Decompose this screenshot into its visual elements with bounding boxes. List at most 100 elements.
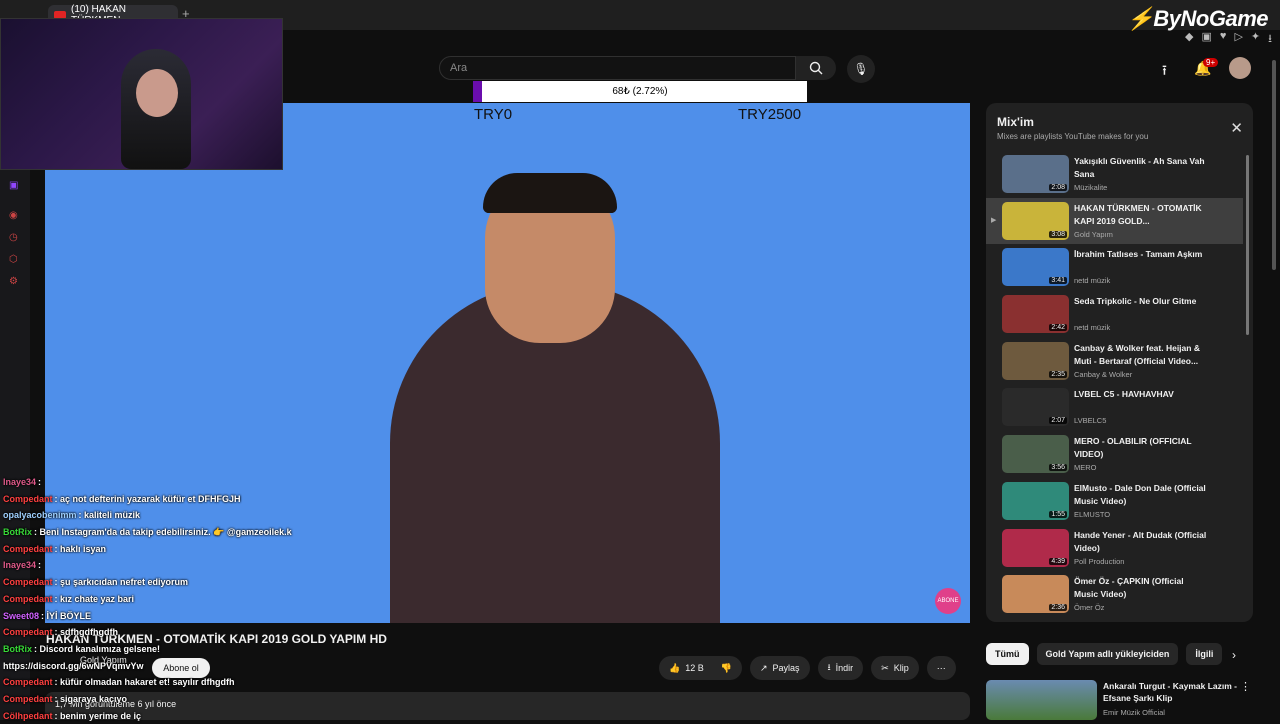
video-actions: 👍 12 B 👎 ↗ Paylaş ⭳ İndir ✂ Klip ⋯ xyxy=(659,656,956,680)
extension-icon[interactable]: ♥ xyxy=(1220,30,1227,49)
upload-icon[interactable]: ⭱ xyxy=(1162,60,1167,84)
extension-icon[interactable]: ▷ xyxy=(1234,30,1242,49)
chat-text: : Discord kanalımıza gelsene! xyxy=(34,644,160,654)
playlist-item-title: Yakışıklı Güvenlik - Ah Sana Vah Sana xyxy=(1074,155,1209,181)
extension-icon[interactable]: ✦ xyxy=(1251,30,1260,49)
playlist-item[interactable]: 3:56MERO - OLABILIR (OFFICIAL VIDEO)MERO xyxy=(986,431,1243,478)
avatar[interactable] xyxy=(1229,57,1251,79)
chat-text: : xyxy=(38,560,41,570)
abone-ol-watermark[interactable]: ABONE OL xyxy=(935,588,961,614)
chat-username: Compedant xyxy=(3,694,53,704)
chat-message: Compedant: haklı isyan xyxy=(3,541,343,558)
clock-icon[interactable]: ◷ xyxy=(9,232,18,243)
now-playing-icon: ▶ xyxy=(991,216,996,224)
playlist-item-title: LVBEL C5 - HAVHAVHAV xyxy=(1074,388,1209,401)
chat-message: Cölhpedant: benim yerime de iç xyxy=(3,708,343,724)
playlist-item[interactable]: 2:08 Yakışıklı Güvenlik - Ah Sana Vah San… xyxy=(986,151,1243,198)
chat-message: Compedant: kız chate yaz bari xyxy=(3,591,343,608)
duration-badge: 2:42 xyxy=(1049,324,1067,331)
chat-message: BotRix: Discord kanalımıza gelsene! xyxy=(3,641,343,658)
video-thumbnail[interactable]: 2:35 xyxy=(1002,342,1069,380)
playlist-item[interactable]: 3:41İbrahim Tatlıses - Tamam Aşkımnetd m… xyxy=(986,244,1243,291)
playlist-scrollbar[interactable] xyxy=(1246,155,1249,335)
recommended-video[interactable]: Ankaralı Turgut - Kaymak Lazım - Efsane … xyxy=(986,680,1253,720)
playlist-item[interactable]: 1:55ElMusto - Dale Don Dale (Official Mu… xyxy=(986,478,1243,525)
playlist-item[interactable]: 2:07 LVBEL C5 - HAVHAVHAV LVBELC5 xyxy=(986,384,1243,431)
playlist-items: 2:08 Yakışıklı Güvenlik - Ah Sana Vah San… xyxy=(986,151,1243,622)
download-icon[interactable]: ⭳ xyxy=(1268,30,1272,49)
clip-label: Klip xyxy=(894,663,909,673)
chat-text: : İYİ BÖYLE xyxy=(41,611,91,621)
duration-badge: 2:35 xyxy=(1049,371,1067,378)
chat-text: : kız chate yaz bari xyxy=(55,594,135,604)
more-actions-button[interactable]: ⋯ xyxy=(927,656,956,680)
video-thumbnail[interactable]: 2:36 xyxy=(1002,575,1069,613)
video-thumbnail[interactable]: 4:39 xyxy=(1002,529,1069,567)
video-thumbnail[interactable] xyxy=(986,680,1097,720)
chat-text: : sigaraya kaçıyo xyxy=(55,694,128,704)
search-input[interactable]: Ara xyxy=(439,56,796,80)
video-thumbnail[interactable]: 3:56 xyxy=(1002,435,1069,473)
playlist-item[interactable]: ▶ 3:08HAKAN TÜRKMEN - OTOMATİK KAPI 2019 … xyxy=(986,198,1243,245)
playlist-item-channel: Gold Yapım xyxy=(1074,230,1113,239)
chat-text: : şu şarkıcıdan nefret ediyorum xyxy=(55,577,189,587)
microphone-icon: 🎙 xyxy=(853,62,868,76)
chat-username: Compedant xyxy=(3,577,53,587)
playlist-item-channel: LVBELC5 xyxy=(1074,416,1106,425)
playlist-item[interactable]: 2:42Seda Tripkolic - Ne Olur Gitmenetd m… xyxy=(986,291,1243,338)
chat-username: Inaye34 xyxy=(3,560,36,570)
playlist-item[interactable]: Ozan Doğulu feat. Atiye - xyxy=(986,618,1243,622)
chevron-right-icon[interactable]: › xyxy=(1232,648,1236,662)
like-button[interactable]: 👍 12 B 👎 xyxy=(659,656,742,680)
brand-logo: ⚡ByNoGame xyxy=(1127,6,1269,32)
sidebar-icon[interactable]: ⬡ xyxy=(9,254,18,265)
playlist-item-channel: Poll Production xyxy=(1074,557,1124,566)
sidebar-icon[interactable]: ◉ xyxy=(9,210,18,221)
extension-icon[interactable]: ◆ xyxy=(1185,30,1193,49)
chat-text: : aç not defterini yazarak küfür et DFHF… xyxy=(55,494,241,504)
playlist-subtitle: Mixes are playlists YouTube makes for yo… xyxy=(997,132,1148,141)
video-thumbnail[interactable]: 1:55 xyxy=(1002,482,1069,520)
chat-message: Compedant: sdfhgdfhgdfh xyxy=(3,624,343,641)
video-thumbnail[interactable]: 2:08 xyxy=(1002,155,1069,193)
chat-text: : sdfhgdfhgdfh xyxy=(55,627,118,637)
page-scrollbar[interactable] xyxy=(1272,60,1276,270)
duration-badge: 2:08 xyxy=(1049,184,1067,191)
playlist-item[interactable]: 2:35Canbay & Wolker feat. Heijan & Muti … xyxy=(986,338,1243,385)
playlist-item[interactable]: 2:36Ömer Öz - ÇAPKIN (Official Music Vid… xyxy=(986,571,1243,618)
microphone-button[interactable]: 🎙 xyxy=(847,55,875,83)
extension-icon[interactable]: ▣ xyxy=(1202,30,1212,49)
search-button[interactable] xyxy=(796,56,836,80)
video-thumbnail[interactable]: 3:41 xyxy=(1002,248,1069,286)
filter-chip[interactable]: Gold Yapım adlı yükleyiciden xyxy=(1037,643,1179,665)
video-thumbnail[interactable]: 2:42 xyxy=(1002,295,1069,333)
recommended-channel: Emir Müzik Official xyxy=(1103,708,1165,717)
clip-button[interactable]: ✂ Klip xyxy=(871,656,919,680)
playlist-item[interactable]: 4:39Hande Yener - Alt Dudak (Official Vi… xyxy=(986,525,1243,572)
video-thumbnail[interactable]: 3:08 xyxy=(1002,202,1069,240)
close-icon[interactable]: ✕ xyxy=(1230,119,1243,137)
chat-text: : benim yerime de iç xyxy=(55,711,142,721)
share-label: Paylaş xyxy=(773,663,800,673)
more-vert-icon[interactable]: ⋮ xyxy=(1240,680,1251,693)
donation-amount: 68₺ (2.72%) xyxy=(473,81,807,102)
filter-chip[interactable]: İlgili xyxy=(1186,643,1222,665)
download-button[interactable]: ⭳ İndir xyxy=(818,656,864,680)
streamer-face xyxy=(136,69,178,117)
video-thumbnail[interactable]: 2:07 xyxy=(1002,388,1069,426)
webcam-overlay xyxy=(0,18,283,170)
chat-username: Compedant xyxy=(3,627,53,637)
playlist-item-channel: MERO xyxy=(1074,463,1097,472)
playlist-item-title: HAKAN TÜRKMEN - OTOMATİK KAPI 2019 GOLD.… xyxy=(1074,202,1209,228)
chat-username: Inaye34 xyxy=(3,477,36,487)
scissors-icon: ✂ xyxy=(881,663,889,674)
chat-message: BotRix: Beni Instagram'da da takip edebi… xyxy=(3,524,343,541)
playlist-item-title: Hande Yener - Alt Dudak (Official Video) xyxy=(1074,529,1209,555)
thumbs-down-icon[interactable]: 👎 xyxy=(721,663,732,674)
filter-chip[interactable]: Tümü xyxy=(986,643,1029,665)
share-button[interactable]: ↗ Paylaş xyxy=(750,656,810,680)
gear-icon[interactable]: ⚙ xyxy=(9,276,18,287)
chat-username: BotRix xyxy=(3,644,32,654)
twitch-icon[interactable]: ▣ xyxy=(9,180,18,191)
chat-message: https://discord.gg/6wNPVqmvYw xyxy=(3,658,343,675)
